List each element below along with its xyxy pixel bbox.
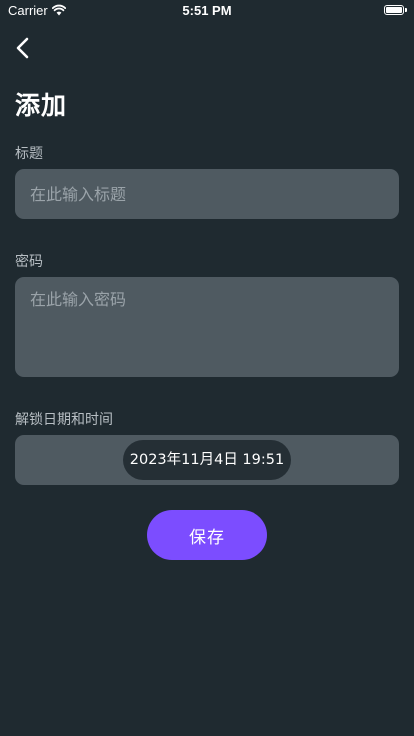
password-input[interactable]: [15, 277, 399, 377]
back-button[interactable]: [10, 34, 38, 62]
unlock-datetime-field: 2023年11月4日 19:51: [15, 435, 399, 485]
chevron-left-icon: [16, 37, 29, 59]
title-input[interactable]: [15, 169, 399, 219]
unlock-datetime-picker[interactable]: 2023年11月4日 19:51: [123, 440, 291, 480]
unlock-datetime-label: 解锁日期和时间: [15, 412, 113, 428]
password-label: 密码: [15, 254, 43, 270]
page-title: 添加: [15, 91, 68, 120]
add-entry-screen: Carrier 5:51 PM 添加 标题 密码 解锁日期和时间 2023年11…: [0, 0, 414, 736]
status-bar: Carrier 5:51 PM: [0, 0, 414, 22]
battery-icon: [384, 5, 407, 15]
title-label: 标题: [15, 146, 43, 162]
save-button[interactable]: 保存: [147, 510, 267, 560]
status-time: 5:51 PM: [182, 3, 232, 18]
